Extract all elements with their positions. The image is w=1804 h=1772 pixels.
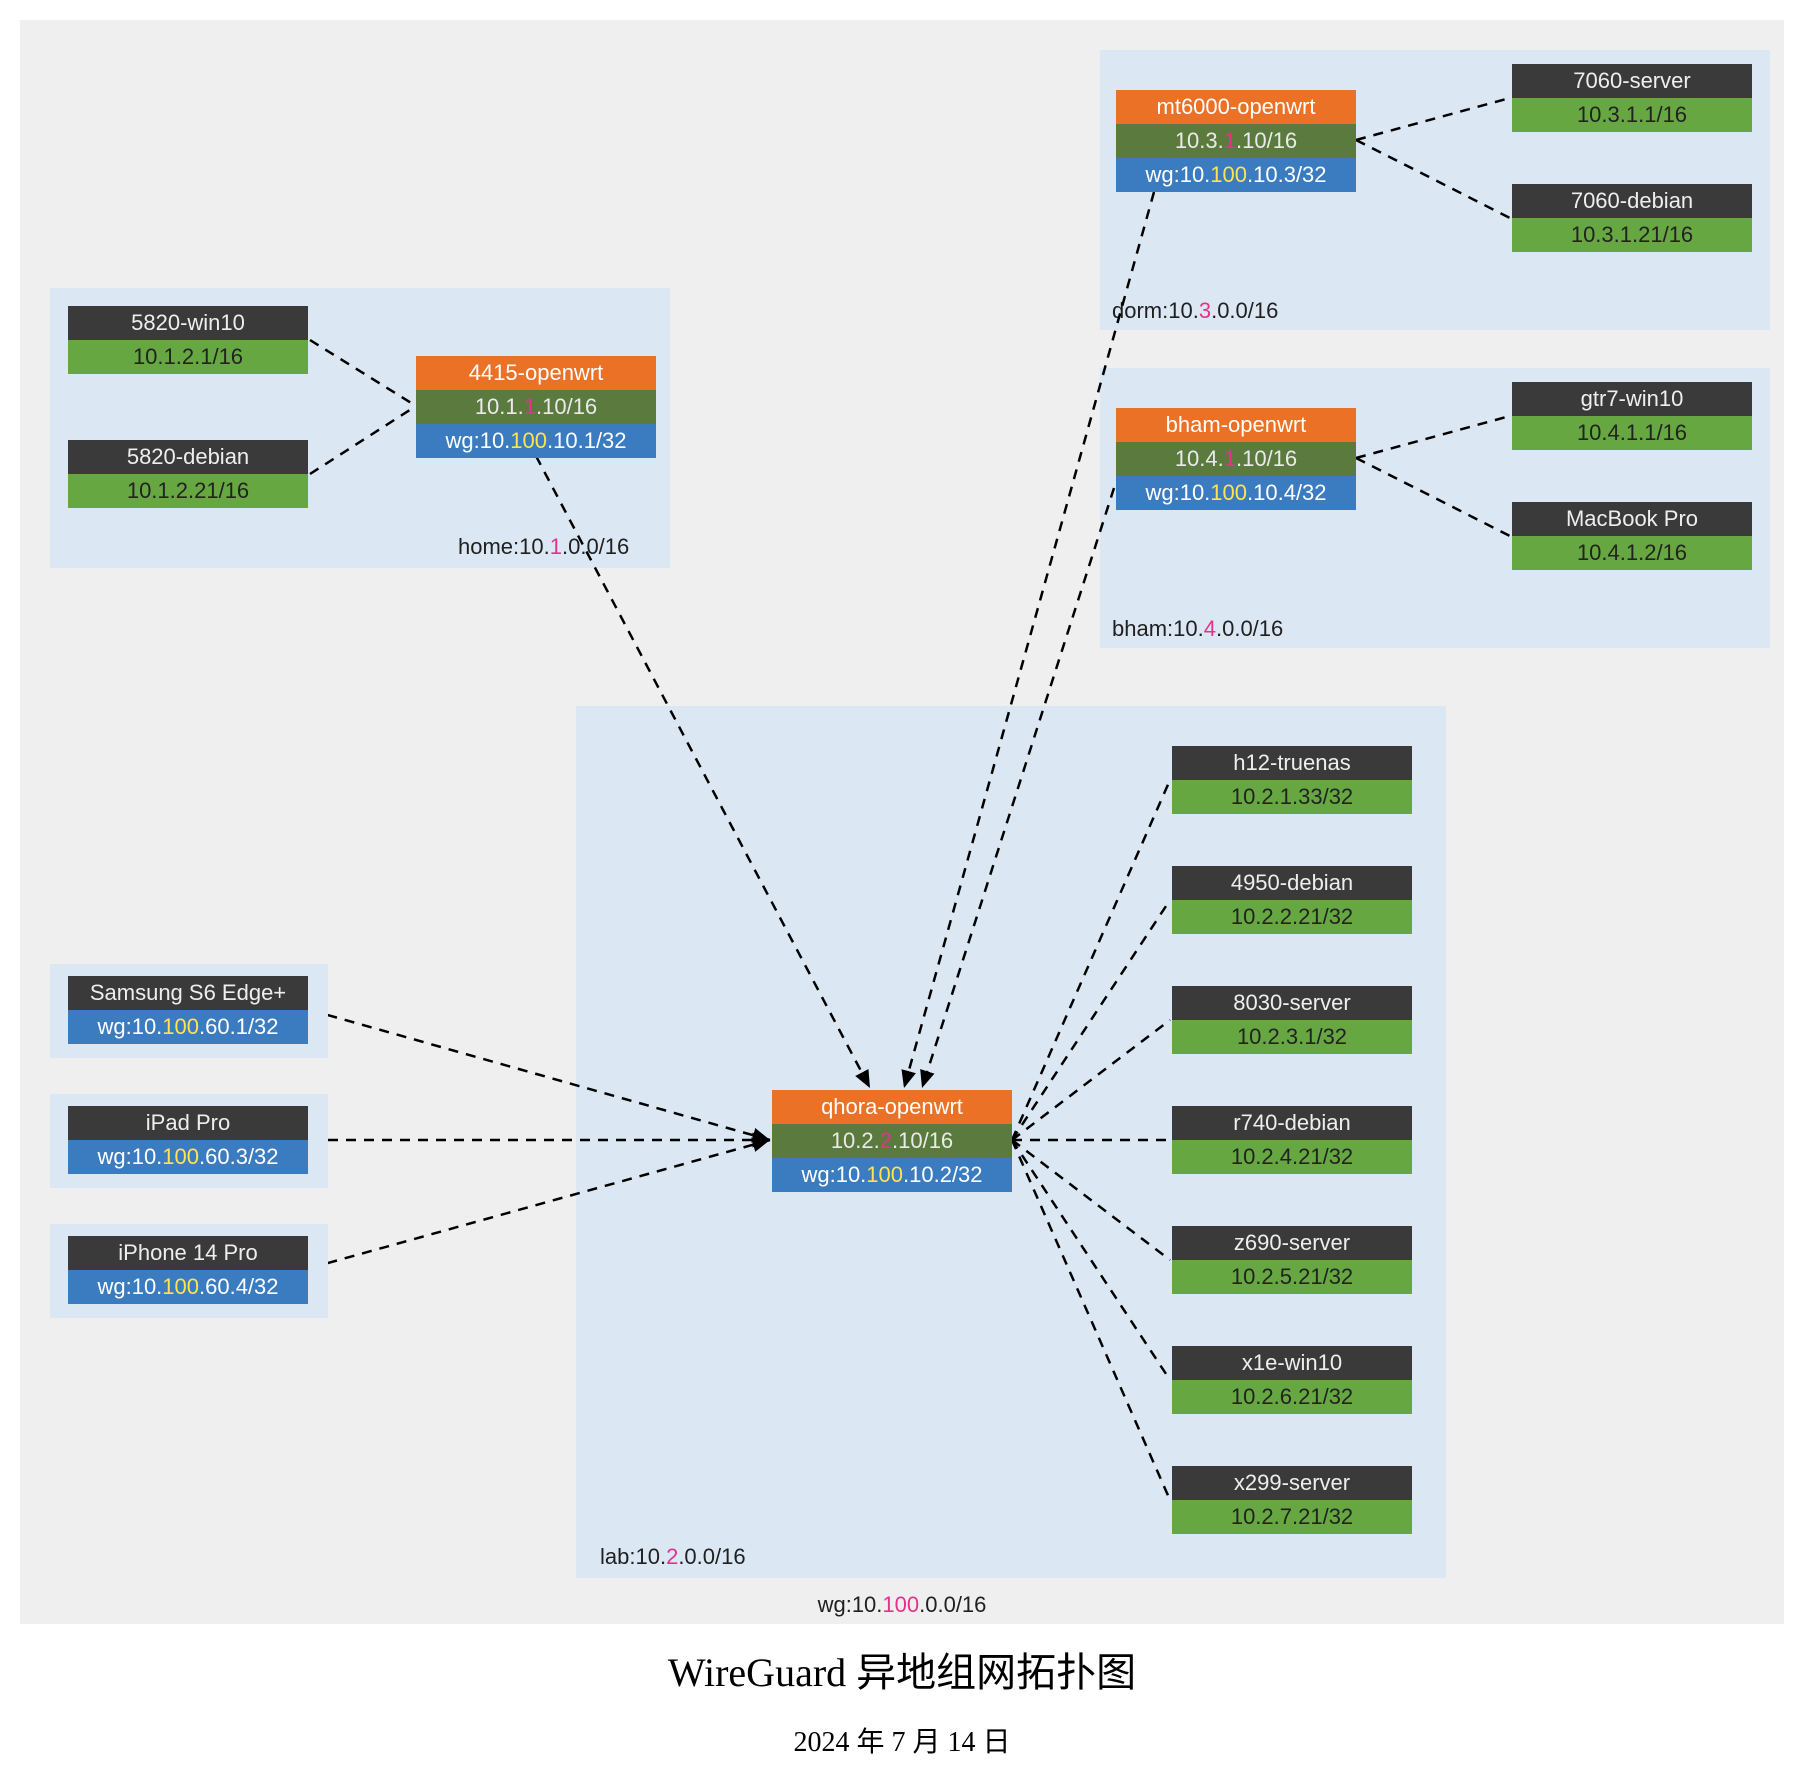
node-ip: 10.2.7.21/32 [1172, 1500, 1412, 1534]
node-name: h12-truenas [1172, 746, 1412, 780]
node-ipad-pro: iPad Pro wg:10.100.60.3/32 [68, 1106, 308, 1174]
node-5820-win10: 5820-win10 10.1.2.1/16 [68, 306, 308, 374]
node-name: 4950-debian [1172, 866, 1412, 900]
node-wg: wg:10.100.10.1/32 [416, 424, 656, 458]
node-ip: 10.2.5.21/32 [1172, 1260, 1412, 1294]
wg-global-caption: wg:10.100.0.0/16 [20, 1592, 1784, 1618]
node-wg: wg:10.100.10.3/32 [1116, 158, 1356, 192]
node-name: 7060-server [1512, 64, 1752, 98]
node-ip: 10.2.2.21/32 [1172, 900, 1412, 934]
node-wg: wg:10.100.10.4/32 [1116, 476, 1356, 510]
node-5820-debian: 5820-debian 10.1.2.21/16 [68, 440, 308, 508]
diagram-canvas: home:10.1.0.0/16 dorm:10.3.0.0/16 bham:1… [20, 20, 1784, 1624]
node-name: gtr7-win10 [1512, 382, 1752, 416]
node-4415-openwrt: 4415-openwrt 10.1.1.10/16 wg:10.100.10.1… [416, 356, 656, 458]
node-ip: 10.2.2.10/16 [772, 1124, 1012, 1158]
node-name: 8030-server [1172, 986, 1412, 1020]
diagram-date: 2024 年 7 月 14 日 [0, 1720, 1804, 1760]
node-name: z690-server [1172, 1226, 1412, 1260]
node-qhora-openwrt: qhora-openwrt 10.2.2.10/16 wg:10.100.10.… [772, 1090, 1012, 1192]
node-ip: 10.1.1.10/16 [416, 390, 656, 424]
node-z690-server: z690-server 10.2.5.21/32 [1172, 1226, 1412, 1294]
node-ip: 10.4.1.1/16 [1512, 416, 1752, 450]
node-7060-server: 7060-server 10.3.1.1/16 [1512, 64, 1752, 132]
node-x1e-win10: x1e-win10 10.2.6.21/32 [1172, 1346, 1412, 1414]
node-samsung-s6: Samsung S6 Edge+ wg:10.100.60.1/32 [68, 976, 308, 1044]
node-wg: wg:10.100.60.1/32 [68, 1010, 308, 1044]
subnet-bham-caption: bham:10.4.0.0/16 [1112, 616, 1283, 642]
node-x299-server: x299-server 10.2.7.21/32 [1172, 1466, 1412, 1534]
node-name: iPhone 14 Pro [68, 1236, 308, 1270]
node-ip: 10.2.3.1/32 [1172, 1020, 1412, 1054]
diagram-title: WireGuard 异地组网拓扑图 [0, 1640, 1804, 1698]
subnet-lab-caption: lab:10.2.0.0/16 [600, 1544, 746, 1570]
node-name: bham-openwrt [1116, 408, 1356, 442]
node-ip: 10.1.2.1/16 [68, 340, 308, 374]
node-mt6000-openwrt: mt6000-openwrt 10.3.1.10/16 wg:10.100.10… [1116, 90, 1356, 192]
subnet-home-caption: home:10.1.0.0/16 [458, 534, 629, 560]
node-h12-truenas: h12-truenas 10.2.1.33/32 [1172, 746, 1412, 814]
node-ip: 10.3.1.21/16 [1512, 218, 1752, 252]
node-name: 5820-win10 [68, 306, 308, 340]
node-name: x1e-win10 [1172, 1346, 1412, 1380]
node-name: Samsung S6 Edge+ [68, 976, 308, 1010]
node-ip: 10.2.6.21/32 [1172, 1380, 1412, 1414]
node-7060-debian: 7060-debian 10.3.1.21/16 [1512, 184, 1752, 252]
node-r740-debian: r740-debian 10.2.4.21/32 [1172, 1106, 1412, 1174]
node-name: 4415-openwrt [416, 356, 656, 390]
node-ip: 10.2.4.21/32 [1172, 1140, 1412, 1174]
node-name: iPad Pro [68, 1106, 308, 1140]
node-ip: 10.4.1.10/16 [1116, 442, 1356, 476]
node-name: MacBook Pro [1512, 502, 1752, 536]
node-name: mt6000-openwrt [1116, 90, 1356, 124]
node-iphone-14-pro: iPhone 14 Pro wg:10.100.60.4/32 [68, 1236, 308, 1304]
node-name: qhora-openwrt [772, 1090, 1012, 1124]
node-ip: 10.3.1.10/16 [1116, 124, 1356, 158]
node-8030-server: 8030-server 10.2.3.1/32 [1172, 986, 1412, 1054]
node-ip: 10.3.1.1/16 [1512, 98, 1752, 132]
node-name: r740-debian [1172, 1106, 1412, 1140]
node-gtr7-win10: gtr7-win10 10.4.1.1/16 [1512, 382, 1752, 450]
node-ip: 10.4.1.2/16 [1512, 536, 1752, 570]
node-wg: wg:10.100.60.4/32 [68, 1270, 308, 1304]
node-wg: wg:10.100.10.2/32 [772, 1158, 1012, 1192]
node-name: 7060-debian [1512, 184, 1752, 218]
node-ip: 10.1.2.21/16 [68, 474, 308, 508]
node-4950-debian: 4950-debian 10.2.2.21/32 [1172, 866, 1412, 934]
node-macbook-pro: MacBook Pro 10.4.1.2/16 [1512, 502, 1752, 570]
node-name: 5820-debian [68, 440, 308, 474]
node-name: x299-server [1172, 1466, 1412, 1500]
subnet-dorm-caption: dorm:10.3.0.0/16 [1112, 298, 1278, 324]
node-bham-openwrt: bham-openwrt 10.4.1.10/16 wg:10.100.10.4… [1116, 408, 1356, 510]
node-wg: wg:10.100.60.3/32 [68, 1140, 308, 1174]
node-ip: 10.2.1.33/32 [1172, 780, 1412, 814]
